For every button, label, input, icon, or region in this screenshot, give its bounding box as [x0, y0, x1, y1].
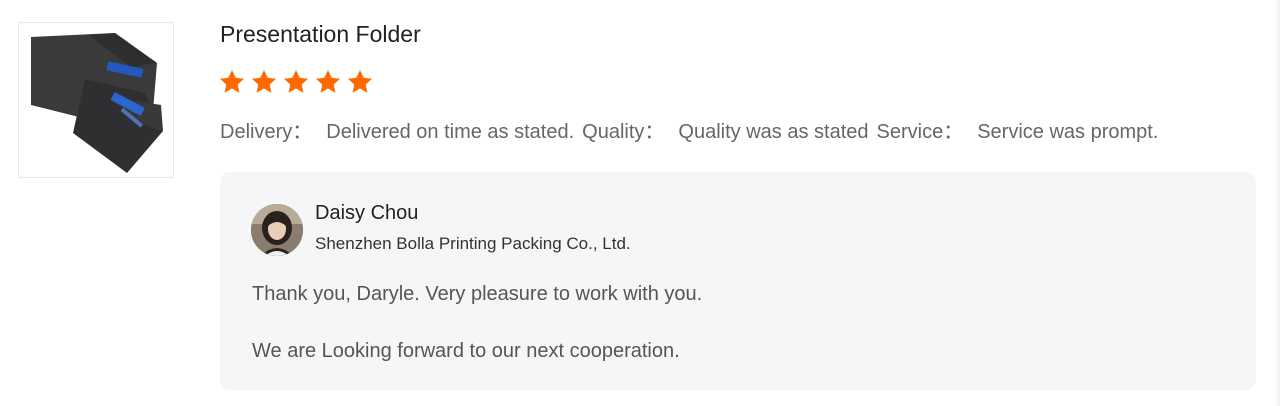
star-icon	[219, 70, 245, 93]
presentation-folder-image	[19, 23, 173, 177]
delivery-value: Delivered on time as stated.	[326, 121, 575, 143]
delivery-label: Delivery：	[220, 121, 313, 143]
seller-avatar	[251, 204, 303, 256]
avatar-image	[251, 204, 303, 256]
review-card: Presentation Folder Delivery： Delivered o…	[0, 0, 1280, 406]
quality-value: Quality was as stated	[678, 121, 869, 143]
star-icon	[315, 70, 341, 93]
scrollbar-edge	[1274, 0, 1280, 406]
review-attributes: Delivery： Delivered on time as stated. Qua…	[220, 115, 1166, 144]
star-rating	[218, 68, 374, 96]
star-icon	[347, 70, 373, 93]
service-label: Service：	[876, 121, 964, 143]
seller-reply: Daisy Chou Shenzhen Bolla Printing Packi…	[220, 172, 1256, 390]
service-value: Service was prompt.	[977, 121, 1159, 143]
reply-message-line: We are Looking forward to our next coope…	[252, 340, 680, 362]
reply-message-line: Thank you, Daryle. Very pleasure to work…	[252, 283, 703, 305]
quality-label: Quality：	[582, 121, 665, 143]
product-thumbnail[interactable]	[18, 22, 174, 178]
seller-name: Daisy Chou	[315, 202, 419, 224]
product-title[interactable]: Presentation Folder	[220, 21, 421, 48]
star-icon	[283, 70, 309, 93]
star-icon	[251, 70, 277, 93]
seller-company[interactable]: Shenzhen Bolla Printing Packing Co., Ltd…	[315, 234, 631, 254]
